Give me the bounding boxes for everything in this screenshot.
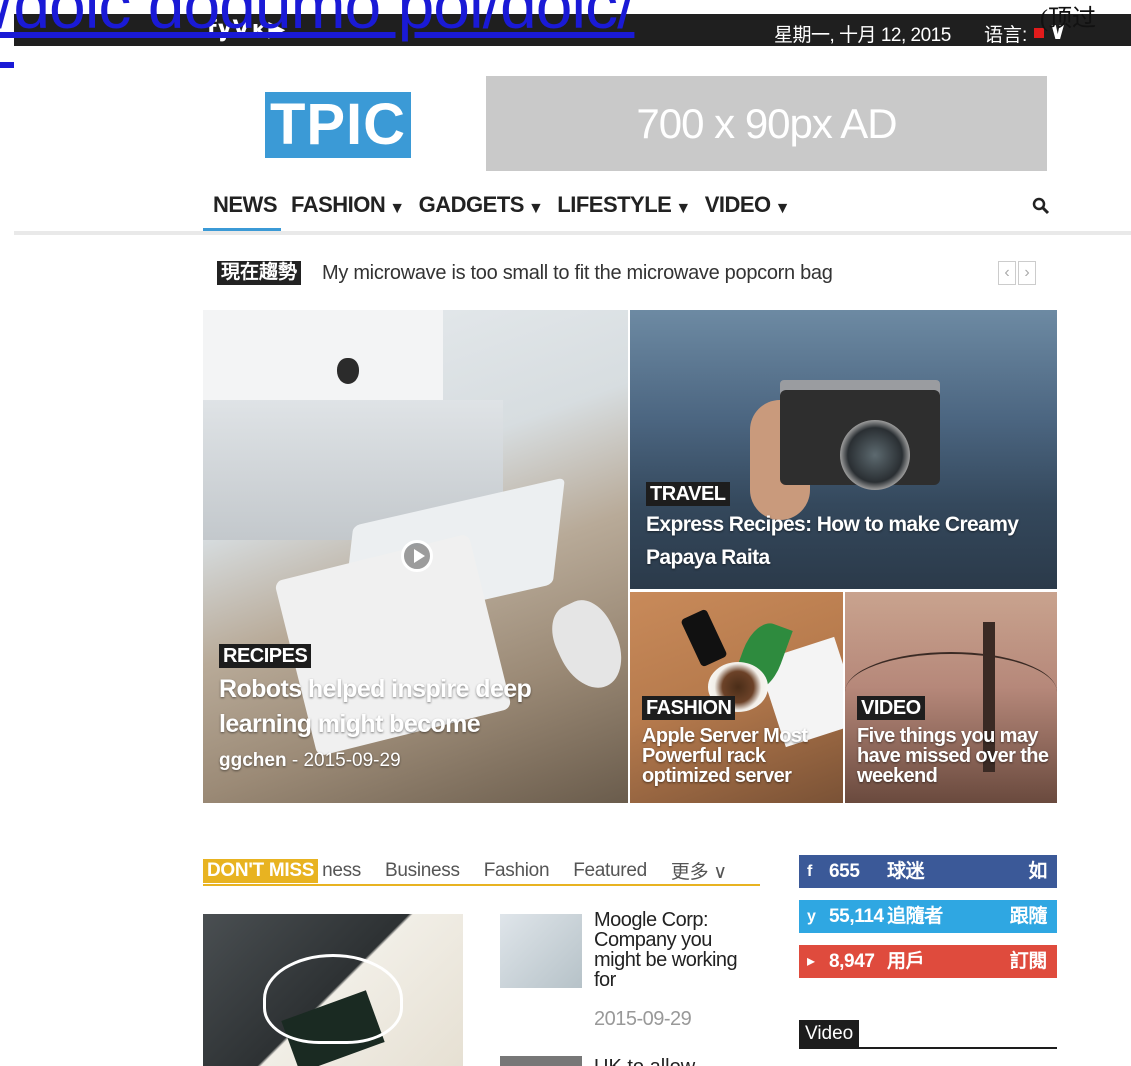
nav-label: NEWS: [213, 192, 278, 217]
facebook-icon: f: [807, 863, 812, 880]
block-header: DON'T MISS ness Business Fashion Feature…: [203, 857, 727, 884]
twitter-counter[interactable]: y 55,114 追隨者 跟隨: [799, 900, 1057, 933]
block-tab-business[interactable]: Business: [385, 860, 460, 882]
search-icon[interactable]: [1031, 196, 1051, 216]
article-date: - 2015-09-29: [286, 750, 401, 771]
main-nav: NEWS FASHION ▼ GADGETS ▼ LIFESTYLE ▼ VIDEO ▼: [203, 192, 804, 231]
article-title-line2[interactable]: have missed over the: [857, 746, 1049, 766]
language-label: 语言:: [984, 25, 1028, 46]
nav-label: FASHION: [291, 192, 386, 217]
article-title-line2[interactable]: Powerful rack: [642, 746, 766, 766]
article-title-line2[interactable]: Papaya Raita: [646, 546, 770, 570]
youtube-counter[interactable]: ▸ 8,947 用戶 訂閱: [799, 945, 1057, 978]
play-icon[interactable]: [401, 540, 433, 572]
camera-lens-image: [840, 420, 910, 490]
youtube-icon: ▸: [807, 953, 815, 970]
subscribe-button[interactable]: 訂閱: [1010, 945, 1048, 978]
author-name[interactable]: ggchen: [219, 750, 287, 771]
list-item-thumbnail[interactable]: [500, 914, 582, 988]
article-title[interactable]: Apple Server Most: [642, 726, 808, 746]
earphones-image: [263, 954, 403, 1044]
chevron-right-icon[interactable]: ›: [1018, 261, 1036, 285]
chevron-down-icon: ▼: [527, 200, 544, 217]
article-title-line3[interactable]: optimized server: [642, 766, 792, 786]
imac-image: [203, 310, 443, 400]
block-more-dropdown[interactable]: 更多 ∨: [671, 857, 727, 884]
category-badge[interactable]: TRAVEL: [646, 482, 730, 506]
trending-headline[interactable]: My microwave is too small to fit the mic…: [322, 262, 833, 285]
phone-image: [680, 608, 728, 668]
site-logo[interactable]: TPIC: [265, 92, 411, 158]
featured-tile-fashion[interactable]: FASHION Apple Server Most Powerful rack …: [630, 592, 843, 803]
overlay-link[interactable]: /dolc dodumo pol/dolc/: [0, 0, 635, 38]
sidebar-video-heading: Video: [799, 1020, 860, 1048]
list-item-title-2[interactable]: UK to allow: [594, 1056, 695, 1066]
nav-item-video[interactable]: VIDEO ▼: [704, 192, 791, 218]
chevron-left-icon[interactable]: ‹: [998, 261, 1016, 285]
list-item-date: 2015-09-29: [594, 1008, 692, 1030]
follow-button[interactable]: 跟隨: [1010, 900, 1048, 933]
block-tab-featured[interactable]: Featured: [573, 860, 647, 882]
nav-divider: [14, 231, 1131, 235]
block-label: DON'T MISS: [203, 858, 319, 883]
article-title-line3[interactable]: weekend: [857, 766, 938, 786]
counter-value: 655: [829, 861, 860, 882]
block-divider: [203, 884, 760, 886]
apple-logo-icon: [337, 358, 359, 384]
chevron-down-icon: ▼: [774, 200, 791, 217]
featured-tile-travel[interactable]: TRAVEL Express Recipes: How to make Crea…: [630, 310, 1057, 589]
category-badge[interactable]: VIDEO: [857, 696, 925, 720]
list-item-title[interactable]: Moogle Corp: Company you might be workin…: [594, 910, 754, 990]
nav-item-news[interactable]: NEWS: [203, 192, 281, 231]
nav-label: LIFESTYLE: [557, 192, 672, 217]
sidebar-video-divider: [799, 1047, 1057, 1049]
trending-label: 現在趨勢: [217, 261, 302, 285]
nav-label: VIDEO: [704, 192, 771, 217]
overlay-link-tail: (顶过: [1040, 6, 1096, 32]
counter-label: 追隨者: [887, 906, 943, 927]
chevron-down-icon: ▼: [675, 200, 691, 217]
chevron-down-icon: ▼: [389, 200, 405, 217]
ad-banner[interactable]: 700 x 90px AD: [486, 76, 1047, 171]
counter-value: 55,114: [829, 906, 884, 927]
article-byline: ggchen - 2015-09-29: [219, 750, 401, 772]
nav-item-gadgets[interactable]: GADGETS ▼: [419, 192, 544, 218]
featured-tile-recipes[interactable]: RECIPES Robots helped inspire deep learn…: [203, 310, 628, 803]
current-date: 星期一, 十月 12, 2015: [774, 25, 951, 46]
counter-label: 球迷: [887, 861, 925, 882]
article-title[interactable]: Robots helped inspire deep: [219, 675, 532, 704]
overlay-link-underline[interactable]: [0, 62, 14, 68]
article-title-line2[interactable]: learning might become: [219, 710, 481, 739]
block-feature-image[interactable]: [203, 914, 463, 1066]
block-tab-fashion[interactable]: Fashion: [484, 860, 550, 882]
nav-label: GADGETS: [418, 192, 525, 217]
nav-item-fashion[interactable]: FASHION ▼: [291, 192, 405, 218]
article-title[interactable]: Five things you may: [857, 726, 1038, 746]
bridge-cable-image: [845, 652, 1057, 732]
counter-value: 8,947: [829, 951, 875, 972]
list-item-thumbnail-2[interactable]: [500, 1056, 582, 1066]
counter-label: 用戶: [887, 951, 925, 972]
featured-tile-video[interactable]: VIDEO Five things you may have missed ov…: [845, 592, 1057, 803]
like-button[interactable]: 如: [1028, 855, 1047, 888]
category-badge[interactable]: FASHION: [642, 696, 736, 720]
category-badge[interactable]: RECIPES: [219, 644, 312, 668]
mouse-image: [541, 591, 628, 699]
block-tab[interactable]: ness: [322, 860, 361, 882]
facebook-counter[interactable]: f 655 球迷 如: [799, 855, 1057, 888]
nav-item-lifestyle[interactable]: LIFESTYLE ▼: [557, 192, 691, 218]
article-title[interactable]: Express Recipes: How to make Creamy: [646, 513, 1019, 537]
twitter-icon: y: [807, 908, 816, 925]
